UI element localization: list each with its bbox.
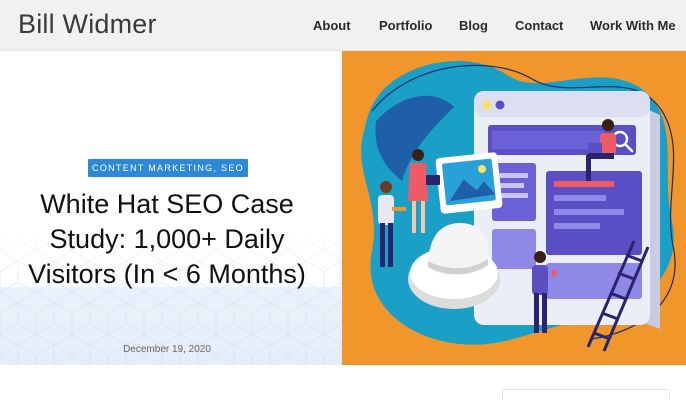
nav-item-contact[interactable]: Contact xyxy=(515,18,563,33)
nav-item-about[interactable]: About xyxy=(313,18,351,33)
site-title[interactable]: Bill Widmer xyxy=(18,9,157,40)
nav-item-blog[interactable]: Blog xyxy=(459,18,488,33)
image-icon xyxy=(435,152,503,214)
post-title: White Hat SEO Case Study: 1,000+ Daily V… xyxy=(28,189,306,289)
nav-item-work-with-me[interactable]: Work With Me xyxy=(590,18,676,33)
site-header: Bill Widmer About Portfolio Blog Contact… xyxy=(0,0,686,51)
sidebar-card xyxy=(502,389,670,400)
post-hero-text: CONTENT MARKETING, SEO White Hat SEO Cas… xyxy=(0,51,342,365)
window-dot-purple xyxy=(495,100,505,110)
nav-item-portfolio[interactable]: Portfolio xyxy=(379,18,432,33)
post-date: December 19, 2020 xyxy=(123,344,211,355)
featured-image xyxy=(342,51,686,365)
category-badge[interactable]: CONTENT MARKETING, SEO xyxy=(88,159,248,177)
window-dot-yellow xyxy=(482,100,492,110)
seo-illustration xyxy=(361,61,676,352)
